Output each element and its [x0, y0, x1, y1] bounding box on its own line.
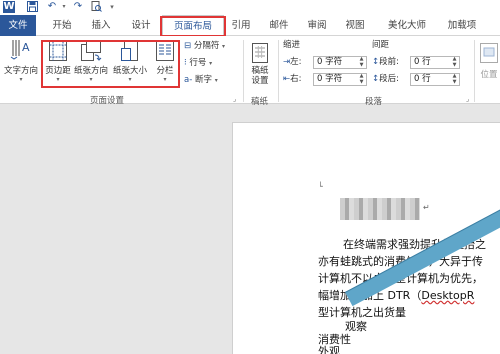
word-logo-icon: W	[3, 1, 15, 13]
breaks-button[interactable]: ⊟ 分隔符 ▾	[184, 39, 242, 53]
tab-review[interactable]: 审阅	[302, 15, 332, 36]
tab-add-ins[interactable]: 加载项	[442, 15, 482, 36]
space-after-input[interactable]: 0 行 ▲ ▼	[410, 73, 460, 86]
space-before-label: ↕段前:	[372, 57, 399, 67]
indent-right-label: ⇤右:	[283, 74, 302, 84]
hyphenation-label: 断字	[194, 75, 212, 85]
tab-mailings[interactable]: 邮件	[264, 15, 294, 36]
text-direction-icon: A	[10, 40, 30, 60]
draft-paper-button[interactable]: 稿纸 设置	[246, 42, 274, 86]
indent-left-input[interactable]: 0 字符 ▲ ▼	[313, 56, 367, 69]
tab-references[interactable]: 引用	[226, 15, 256, 36]
chevron-down-icon: ▾	[19, 76, 23, 83]
highlight-box-page-setup	[41, 40, 180, 88]
draft-paper-label: 稿纸 设置	[251, 66, 269, 86]
chevron-down-icon: ▾	[222, 43, 226, 50]
space-before-input[interactable]: 0 行 ▲ ▼	[410, 56, 460, 69]
blurred-title	[340, 198, 420, 220]
tab-insert[interactable]: 插入	[84, 15, 118, 36]
position-button[interactable]: 位置	[478, 42, 500, 80]
spinner-arrows-icon[interactable]: ▲ ▼	[451, 56, 458, 68]
line-numbers-button[interactable]: ⁝ 行号 ▾	[184, 56, 242, 70]
indent-right-input[interactable]: 0 字符 ▲ ▼	[313, 73, 367, 86]
margin-corner-mark: └	[318, 182, 323, 191]
text-direction-button[interactable]: A 文字方向 ▾	[1, 38, 41, 83]
position-label: 位置	[480, 70, 498, 80]
indent-left-label: ⇥左:	[283, 57, 302, 67]
breaks-icon: ⊟	[184, 41, 192, 51]
draft-paper-icon	[252, 43, 268, 63]
paragraph-launcher-icon[interactable]: ⌟	[466, 95, 469, 103]
redo-icon[interactable]: ↷	[72, 1, 84, 13]
divider	[474, 40, 475, 102]
page-setup-launcher-icon[interactable]: ⌟	[233, 95, 236, 103]
spinner-arrows-icon[interactable]: ▲ ▼	[358, 56, 365, 68]
position-icon	[480, 43, 498, 63]
line-numbers-label: 行号	[189, 58, 207, 68]
text-direction-label: 文字方向	[3, 66, 38, 76]
misspelled-word[interactable]: DesktopR	[421, 289, 474, 302]
hyphenation-icon: a-	[184, 75, 193, 85]
tab-view[interactable]: 视图	[340, 15, 370, 36]
chevron-down-icon: ▾	[214, 77, 218, 84]
document-line[interactable]: 外观	[318, 343, 340, 354]
tab-home[interactable]: 开始	[45, 15, 79, 36]
ribbon-tab-row: 文件 开始 插入 设计 页面布局 引用 邮件 审阅 视图 美化大师 加载项	[0, 15, 500, 37]
document-line[interactable]: 幅增加，加上 DTR（DesktopR	[318, 287, 474, 303]
spacing-title: 间距	[372, 40, 390, 50]
undo-icon[interactable]: ↶	[46, 1, 58, 13]
chevron-down-icon: ▾	[209, 60, 213, 67]
indent-title: 缩进	[283, 40, 301, 50]
highlight-box-tab	[160, 16, 226, 37]
spinner-arrows-icon[interactable]: ▲ ▼	[358, 73, 365, 85]
undo-dropdown-icon[interactable]: ▾	[58, 1, 70, 13]
customize-qat-icon[interactable]: ▾	[106, 1, 118, 13]
divider	[278, 40, 279, 102]
divider	[243, 40, 244, 102]
save-icon[interactable]	[26, 1, 38, 13]
breaks-label: 分隔符	[193, 41, 220, 51]
tab-file[interactable]: 文件	[0, 15, 36, 36]
hyphenation-button[interactable]: a- 断字 ▾	[184, 73, 242, 87]
paragraph-mark-icon: ↵	[423, 203, 430, 212]
quick-access-toolbar: W ↶ ▾ ↷ ▾	[0, 0, 500, 15]
print-preview-icon[interactable]	[90, 1, 102, 13]
spinner-arrows-icon[interactable]: ▲ ▼	[451, 73, 458, 85]
space-after-label: ↕段后:	[372, 74, 399, 84]
svg-text:A: A	[22, 41, 30, 54]
tab-beautify-master[interactable]: 美化大师	[382, 15, 432, 36]
tab-design[interactable]: 设计	[124, 15, 158, 36]
line-numbers-icon: ⁝	[184, 58, 187, 68]
